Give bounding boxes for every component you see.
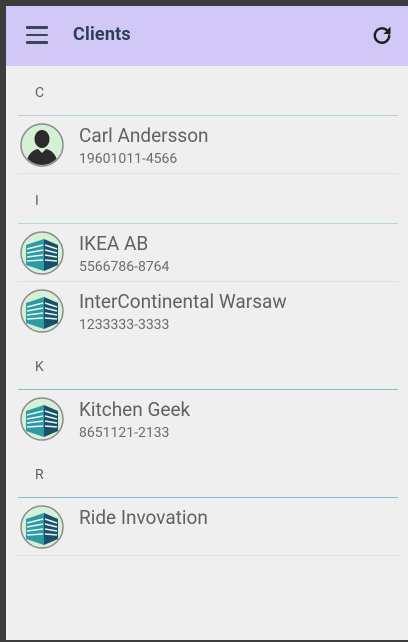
client-name: InterContinental Warsaw [79, 290, 287, 313]
client-id: 19601011-4566 [79, 151, 178, 167]
client-id: 8651121-2133 [79, 425, 170, 441]
section-header-i: I [6, 174, 408, 224]
client-id: 5566786-8764 [79, 259, 170, 275]
section-header-c: C [6, 66, 408, 116]
person-avatar-icon [20, 123, 64, 167]
client-item-kitchen-geek[interactable]: Kitchen Geek 8651121-2133 [6, 390, 408, 448]
section-letter: I [35, 193, 39, 209]
app-bar: Clients [6, 6, 408, 66]
section-header-k: K [6, 340, 408, 390]
section-letter: C [35, 85, 45, 101]
client-name: Carl Andersson [79, 124, 209, 147]
page-title: Clients [73, 24, 131, 45]
refresh-icon[interactable] [370, 24, 394, 48]
building-avatar-icon [20, 231, 64, 275]
building-avatar-icon [20, 289, 64, 333]
client-name: Kitchen Geek [79, 398, 191, 421]
building-avatar-icon [20, 397, 64, 441]
hamburger-menu-icon[interactable] [26, 26, 48, 44]
section-letter: K [35, 359, 44, 375]
client-item-ride-invovation[interactable]: Ride Invovation [6, 498, 408, 556]
app-frame: Clients C Carl Andersson 19601011-4566 I… [6, 6, 408, 640]
client-name: Ride Invovation [79, 506, 208, 529]
client-item-carl-andersson[interactable]: Carl Andersson 19601011-4566 [6, 116, 408, 174]
section-header-r: R [6, 448, 408, 498]
item-divider [18, 555, 398, 556]
section-letter: R [35, 467, 44, 483]
client-item-intercontinental-warsaw[interactable]: InterContinental Warsaw 1233333-3333 [6, 282, 408, 340]
building-avatar-icon [20, 505, 64, 549]
client-list: C Carl Andersson 19601011-4566 I IKEA AB… [6, 66, 408, 556]
client-item-ikea-ab[interactable]: IKEA AB 5566786-8764 [6, 224, 408, 282]
client-id: 1233333-3333 [79, 317, 170, 333]
client-name: IKEA AB [79, 232, 149, 255]
